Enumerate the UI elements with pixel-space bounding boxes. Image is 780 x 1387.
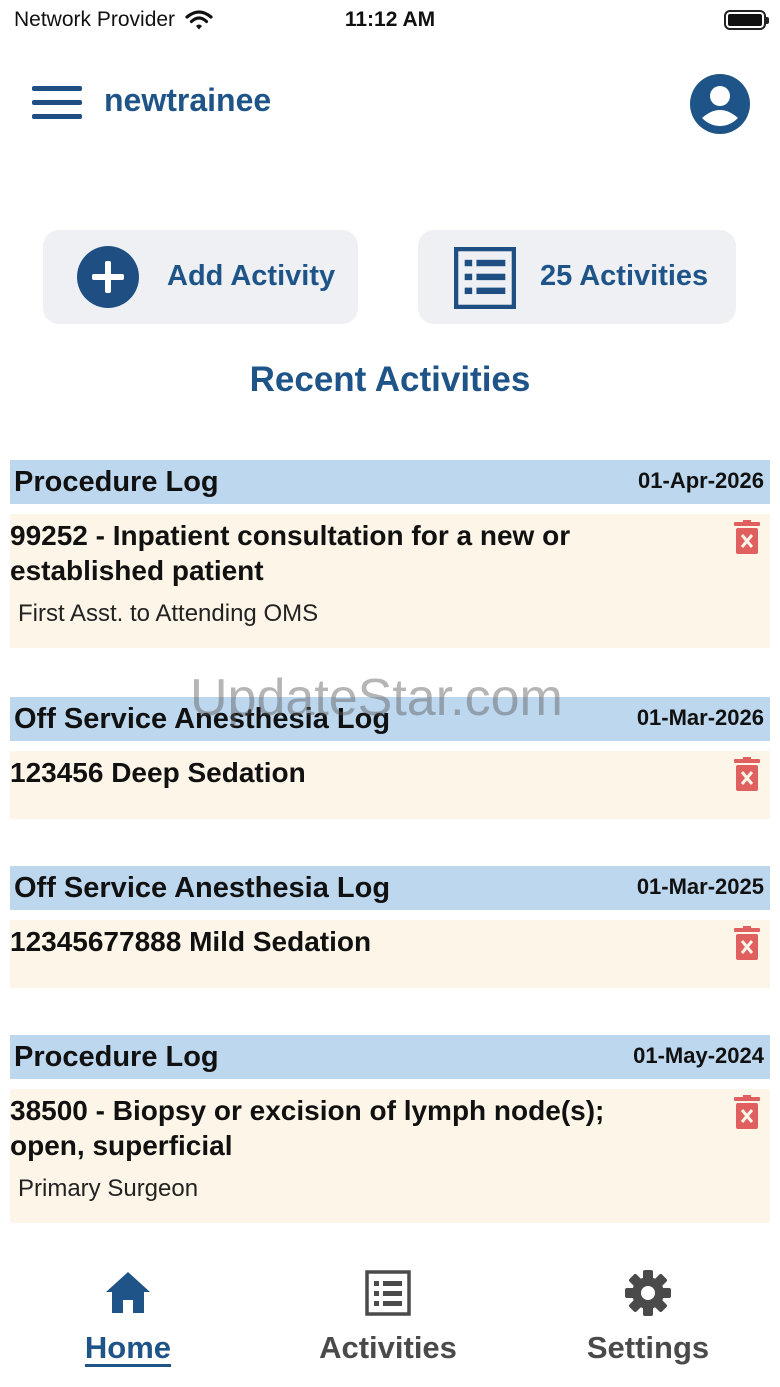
add-activity-label: Add Activity [167,260,336,292]
activity-date: 01-May-2024 [633,1043,764,1068]
add-activity-button[interactable]: Add Activity [43,230,358,324]
activities-count-label: 25 Activities [540,260,709,292]
nav-home-label: Home [84,1330,172,1365]
activity-type: Off Service Anesthesia Log [14,703,391,735]
activity-type: Procedure Log [14,1041,219,1073]
username-title: newtrainee [104,82,272,118]
activity-role: Primary Surgeon [18,1175,199,1202]
delete-icon[interactable] [734,757,760,791]
status-bar: Network Provider 11:12 AM [0,0,780,40]
activity-card[interactable]: Off Service Anesthesia Log 01-Mar-2026 1… [10,697,770,819]
activity-description: 99252 - Inpatient consultation for a new… [10,520,571,586]
nav-activities[interactable]: Activities [278,1260,498,1370]
activity-card-body: 123456 Deep Sedation [10,751,770,819]
list-icon [365,1270,411,1316]
activity-date: 01-Mar-2026 [636,705,764,730]
activity-card-header: Off Service Anesthesia Log 01-Mar-2025 [10,866,770,910]
activity-card[interactable]: Off Service Anesthesia Log 01-Mar-2025 1… [10,866,770,988]
battery-icon [724,10,769,30]
activity-card-header: Off Service Anesthesia Log 01-Mar-2026 [10,697,770,741]
nav-settings[interactable]: Settings [538,1260,758,1370]
activity-date: 01-Apr-2026 [638,468,764,493]
activity-card[interactable]: Procedure Log 01-Apr-2026 99252 - Inpati… [10,460,770,648]
home-icon [106,1272,150,1313]
delete-icon[interactable] [734,926,760,960]
nav-settings-label: Settings [586,1330,710,1365]
activity-card-header: Procedure Log 01-Apr-2026 [10,460,770,504]
activities-count-button[interactable]: 25 Activities [418,230,736,324]
activity-card-body: 12345677888 Mild Sedation [10,920,770,988]
activity-card[interactable]: Procedure Log 01-May-2024 38500 - Biopsy… [10,1035,770,1223]
delete-icon[interactable] [734,520,760,554]
carrier-info: Network Provider [14,8,213,32]
activity-date: 01-Mar-2025 [636,874,764,899]
activity-card-body: 99252 - Inpatient consultation for a new… [10,514,770,648]
carrier-name: Network Provider [14,8,176,31]
list-icon [454,247,516,309]
delete-icon[interactable] [734,1095,760,1129]
nav-activities-label: Activities [319,1330,457,1365]
activity-card-header: Procedure Log 01-May-2024 [10,1035,770,1079]
app-header: newtrainee [0,68,780,140]
recent-activities-heading: Recent Activities [249,360,531,399]
plus-circle-icon [77,246,139,308]
nav-home[interactable]: Home [18,1260,238,1370]
profile-avatar-icon[interactable] [690,74,750,134]
activity-type: Procedure Log [14,466,219,498]
activity-description: 38500 - Biopsy or excision of lymph node… [10,1095,605,1161]
activity-description: 12345677888 Mild Sedation [10,926,372,957]
activity-role: First Asst. to Attending OMS [18,600,319,627]
wifi-icon [185,10,213,30]
bottom-nav: Home Activities Settings [0,1240,780,1387]
activity-description: 123456 Deep Sedation [10,757,306,788]
menu-icon[interactable] [32,86,82,122]
gear-icon [625,1270,671,1316]
activity-card-body: 38500 - Biopsy or excision of lymph node… [10,1089,770,1223]
activity-type: Off Service Anesthesia Log [14,872,391,904]
